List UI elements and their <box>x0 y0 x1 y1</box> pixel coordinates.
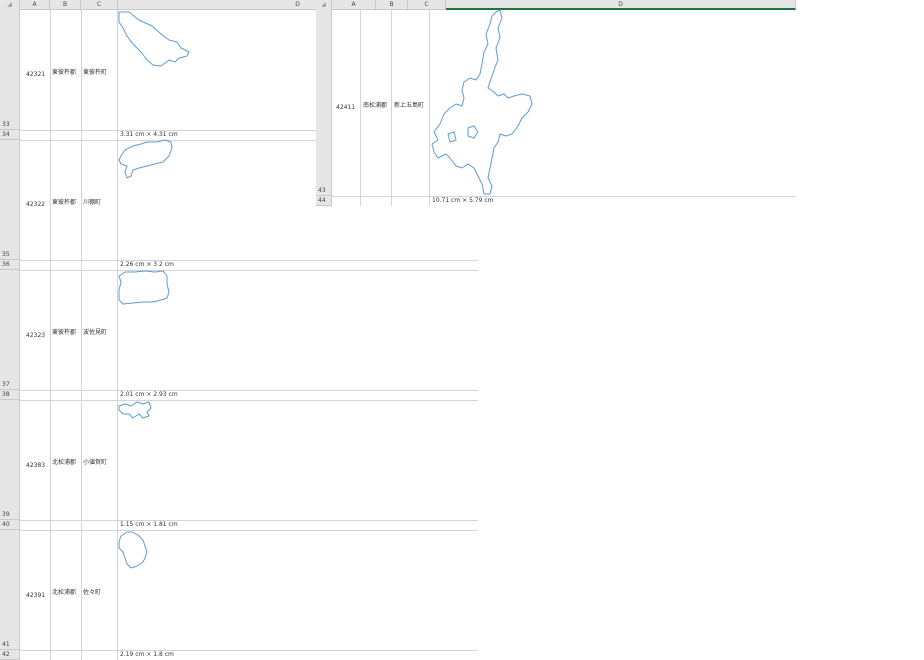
row-number: 42 <box>2 651 10 658</box>
cell-district[interactable]: 北松浦郡 <box>52 457 76 466</box>
grid-line <box>81 10 82 660</box>
grid-line <box>20 270 478 271</box>
municipality-outline-shape[interactable] <box>117 400 157 424</box>
cell-town[interactable]: 川棚町 <box>83 197 101 206</box>
column-header-a[interactable]: A <box>332 0 376 10</box>
row-header[interactable]: 34 <box>0 130 20 140</box>
shape-size-label[interactable]: 1.15 cm × 1.81 cm <box>120 521 178 528</box>
row-header[interactable]: 35 <box>0 140 20 260</box>
grid-line <box>332 196 796 197</box>
row-number: 41 <box>2 641 10 648</box>
cell-code[interactable]: 42323 <box>26 332 45 339</box>
municipality-outline-shape[interactable] <box>117 530 157 574</box>
shape-size-label[interactable]: 2.19 cm × 1.8 cm <box>120 651 174 658</box>
cell-district[interactable]: 東彼杵郡 <box>52 327 76 336</box>
cell-town[interactable]: 佐々町 <box>83 587 101 596</box>
grid-line <box>20 390 478 391</box>
cell-district[interactable]: 北松浦郡 <box>52 587 76 596</box>
municipality-outline-shape[interactable] <box>117 270 173 308</box>
row-header[interactable]: 41 <box>0 530 20 650</box>
cell-town[interactable]: 東彼杵町 <box>83 67 107 76</box>
row-number: 37 <box>2 381 10 388</box>
select-all-corner[interactable]: ◢ <box>316 0 332 10</box>
row-number: 43 <box>318 187 326 194</box>
row-number: 33 <box>2 121 10 128</box>
row-number: 40 <box>2 521 10 528</box>
cell-district[interactable]: 東彼杵郡 <box>52 67 76 76</box>
row-number: 44 <box>318 197 326 204</box>
cell-town[interactable]: 波佐見町 <box>83 327 107 336</box>
grid-line <box>391 10 392 206</box>
row-header[interactable]: 40 <box>0 520 20 530</box>
cell-town[interactable]: 小値賀町 <box>83 457 107 466</box>
municipality-outline-shape[interactable] <box>117 10 197 70</box>
select-all-corner[interactable]: ◢ <box>0 0 20 10</box>
column-header-a[interactable]: A <box>20 0 50 10</box>
row-header[interactable]: 36 <box>0 260 20 270</box>
column-header-b[interactable]: B <box>50 0 81 10</box>
cell-district[interactable]: 南松浦郡 <box>363 100 387 109</box>
cell-code[interactable]: 42322 <box>26 201 45 208</box>
grid-line <box>20 650 478 651</box>
column-header-b[interactable]: B <box>376 0 408 10</box>
row-header[interactable]: 43 <box>316 10 332 196</box>
row-number: 35 <box>2 251 10 258</box>
row-header[interactable]: 33 <box>0 10 20 130</box>
row-number: 39 <box>2 511 10 518</box>
row-header[interactable]: 42 <box>0 650 20 660</box>
row-header[interactable]: 44 <box>316 196 332 206</box>
grid-line <box>20 400 478 401</box>
cell-town[interactable]: 新上五島町 <box>394 100 424 109</box>
row-header[interactable]: 39 <box>0 400 20 520</box>
shape-size-label[interactable]: 3.31 cm × 4.31 cm <box>120 131 178 138</box>
row-header[interactable]: 38 <box>0 390 20 400</box>
municipality-outline-shape[interactable] <box>428 8 538 198</box>
municipality-outline-shape[interactable] <box>117 139 177 180</box>
cell-district[interactable]: 東彼杵郡 <box>52 197 76 206</box>
grid-line <box>360 10 361 206</box>
cell-code[interactable]: 42391 <box>26 592 45 599</box>
column-header-bar: ◢ A B C D <box>316 0 796 10</box>
row-number: 38 <box>2 391 10 398</box>
column-header-c[interactable]: C <box>81 0 118 10</box>
cell-code[interactable]: 42383 <box>26 462 45 469</box>
grid-line <box>20 530 478 531</box>
row-number: 34 <box>2 131 10 138</box>
grid-line <box>20 260 478 261</box>
shape-size-label[interactable]: 10.71 cm × 5.79 cm <box>432 197 493 204</box>
cell-code[interactable]: 42411 <box>336 104 355 111</box>
grid-line <box>20 520 478 521</box>
row-header[interactable]: 37 <box>0 270 20 390</box>
cell-code[interactable]: 42321 <box>26 71 45 78</box>
grid-line <box>50 10 51 660</box>
shape-size-label[interactable]: 2.26 cm × 3.2 cm <box>120 261 174 268</box>
row-number: 36 <box>2 261 10 268</box>
shape-size-label[interactable]: 2.01 cm × 2.93 cm <box>120 391 178 398</box>
right-sheet: ◢ A B C D 43 44 42411 南松浦郡 新上五島町 10.71 c… <box>316 0 796 206</box>
